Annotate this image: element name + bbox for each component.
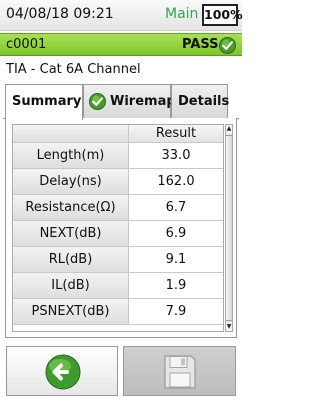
status-bar: 04/08/18 09:21 Main 100%: [0, 0, 243, 31]
row-name: IL(dB): [13, 273, 129, 298]
row-value: 6.7: [129, 195, 223, 220]
table-row[interactable]: Length(m) 33.0: [13, 143, 223, 169]
table-row[interactable]: PSNEXT(dB) 7.9: [13, 299, 223, 325]
table-row[interactable]: NEXT(dB) 6.9: [13, 221, 223, 247]
job-header-bar: c0001 PASS: [0, 33, 242, 56]
table-scrollbar[interactable]: ▲ ▼: [225, 124, 233, 332]
table-row[interactable]: Resistance(Ω) 6.7: [13, 195, 223, 221]
row-value: 6.9: [129, 221, 223, 246]
tab-details[interactable]: Details: [171, 84, 230, 118]
check-icon: [89, 93, 106, 110]
scroll-up-arrow-icon[interactable]: ▲: [226, 125, 232, 133]
row-value: 33.0: [129, 143, 223, 168]
save-button[interactable]: [123, 346, 236, 396]
job-id: c0001: [6, 37, 47, 52]
header-name-cell: [13, 125, 129, 142]
summary-panel: Result Length(m) 33.0 Delay(ns) 162.0 Re…: [5, 118, 237, 338]
row-value: 162.0: [129, 169, 223, 194]
tab-summary[interactable]: Summary: [5, 84, 83, 120]
save-disk-icon: [164, 355, 196, 389]
test-standard: TIA - Cat 6A Channel: [6, 62, 141, 77]
table-row[interactable]: IL(dB) 1.9: [13, 273, 223, 299]
tab-wiremap[interactable]: Wiremap: [83, 84, 176, 118]
datetime: 04/08/18 09:21: [6, 6, 114, 22]
row-name: RL(dB): [13, 247, 129, 272]
row-value: 9.1: [129, 247, 223, 272]
table-header-row: Result: [13, 125, 223, 143]
results-table: Result Length(m) 33.0 Delay(ns) 162.0 Re…: [12, 124, 224, 332]
header-result-cell: Result: [129, 125, 223, 142]
tab-wiremap-label: Wiremap: [110, 94, 176, 109]
battery-indicator: 100%: [202, 4, 243, 26]
mode-indicator: Main: [165, 6, 199, 22]
tab-details-label: Details: [178, 94, 230, 109]
table-row[interactable]: RL(dB) 9.1: [13, 247, 223, 273]
table-row[interactable]: Delay(ns) 162.0: [13, 169, 223, 195]
scroll-down-arrow-icon[interactable]: ▼: [226, 323, 232, 331]
scroll-thumb[interactable]: [226, 135, 232, 321]
check-icon: [219, 37, 236, 54]
row-name: NEXT(dB): [13, 221, 129, 246]
back-arrow-icon: [45, 354, 81, 390]
tab-summary-label: Summary: [12, 94, 82, 109]
row-name: Length(m): [13, 143, 129, 168]
row-name: Delay(ns): [13, 169, 129, 194]
row-value: 1.9: [129, 273, 223, 298]
pass-status: PASS: [182, 37, 219, 52]
row-value: 7.9: [129, 299, 223, 324]
row-name: Resistance(Ω): [13, 195, 129, 220]
back-button[interactable]: [6, 346, 118, 396]
row-name: PSNEXT(dB): [13, 299, 129, 324]
